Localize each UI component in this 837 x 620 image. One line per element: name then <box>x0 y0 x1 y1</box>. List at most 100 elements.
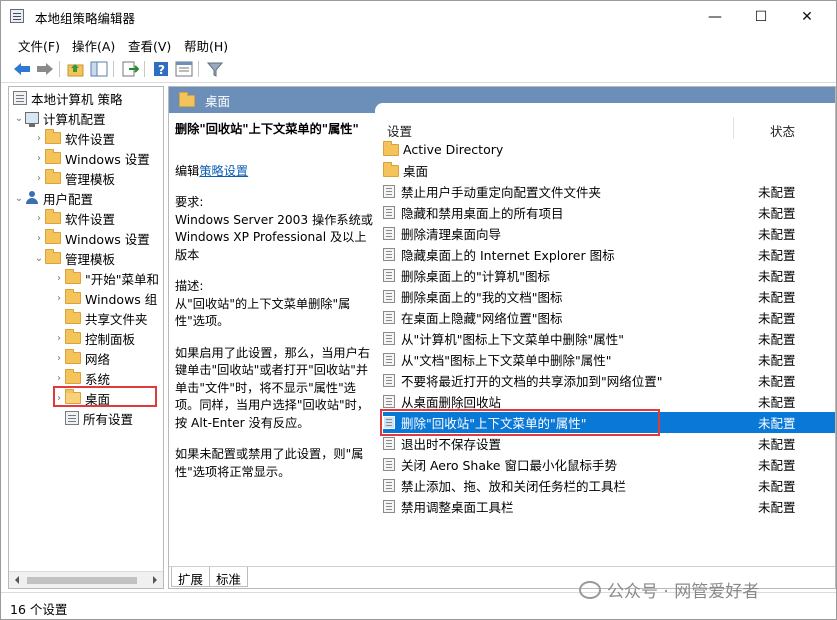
tree-item-cc-admin[interactable]: › 管理模板 <box>33 168 115 188</box>
chevron-right-icon[interactable]: › <box>53 333 65 344</box>
table-row[interactable]: 在桌面上隐藏"网络位置"图标 未配置 <box>383 307 835 328</box>
chevron-right-icon[interactable]: › <box>33 233 45 244</box>
filter-icon[interactable] <box>205 59 225 79</box>
row-state: 未配置 <box>758 374 796 389</box>
table-row[interactable]: 隐藏桌面上的 Internet Explorer 图标 未配置 <box>383 244 835 265</box>
chevron-down-icon[interactable]: ⌄ <box>33 253 45 264</box>
properties-icon[interactable] <box>174 59 194 79</box>
content-pane: 桌面 删除"回收站"上下文菜单的"属性" 编辑策略设置 要求: Windows S… <box>168 86 836 589</box>
table-row[interactable]: 退出时不保存设置 未配置 <box>383 433 835 454</box>
tree-label: 系统 <box>85 371 111 387</box>
folder-icon <box>45 229 61 244</box>
chevron-down-icon[interactable]: ⌄ <box>13 113 25 124</box>
tree-item-cc-windows[interactable]: › Windows 设置 <box>33 148 150 168</box>
folder-icon <box>45 149 61 164</box>
chevron-right-icon[interactable]: › <box>33 133 45 144</box>
menu-file[interactable]: 文件(F) <box>18 36 60 55</box>
back-icon[interactable] <box>12 59 32 79</box>
setting-icon <box>383 479 395 492</box>
minimize-button[interactable]: — <box>692 1 738 32</box>
row-state: 未配置 <box>758 437 796 452</box>
table-row[interactable]: 禁用调整桌面工具栏 未配置 <box>383 496 835 517</box>
table-row[interactable]: 不要将最近打开的文档的共享添加到"网络位置" 未配置 <box>383 370 835 391</box>
tab-extended[interactable]: 扩展 <box>171 567 211 587</box>
table-row[interactable]: 删除清理桌面向导 未配置 <box>383 223 835 244</box>
show-hide-tree-icon[interactable] <box>89 59 109 79</box>
row-name: 禁止添加、拖、放和关闭任务栏的工具栏 <box>401 479 627 494</box>
tree-item-uc-windows[interactable]: › Windows 设置 <box>33 228 150 248</box>
highlight-box-tree <box>53 386 157 407</box>
menu-view[interactable]: 查看(V) <box>128 36 171 55</box>
chevron-right-icon[interactable]: › <box>53 293 65 304</box>
tree-item-root[interactable]: 本地计算机 策略 <box>13 88 122 108</box>
edit-line: 编辑策略设置 <box>175 163 377 181</box>
policy-tree[interactable]: 本地计算机 策略 ⌄ 计算机配置 › 软件设置 › Windows 设置 › 管… <box>8 86 164 589</box>
chevron-right-icon[interactable]: › <box>53 353 65 364</box>
table-row[interactable]: 删除桌面上的"计算机"图标 未配置 <box>383 265 835 286</box>
gpedit-app-icon <box>10 9 24 23</box>
list-folder-row[interactable]: 桌面 <box>383 160 835 181</box>
chevron-right-icon[interactable]: › <box>53 373 65 384</box>
folder-icon <box>65 269 81 284</box>
folder-icon <box>45 129 61 144</box>
table-row[interactable]: 删除桌面上的"我的文档"图标 未配置 <box>383 286 835 307</box>
tree-item-system[interactable]: › 系统 <box>53 368 110 388</box>
help-icon[interactable]: ? <box>151 59 171 79</box>
tab-standard[interactable]: 标准 <box>209 567 249 587</box>
table-row[interactable]: 禁止添加、拖、放和关闭任务栏的工具栏 未配置 <box>383 475 835 496</box>
menu-bar: 文件(F) 操作(A) 查看(V) 帮助(H) <box>1 32 836 54</box>
tree-item-cc-software[interactable]: › 软件设置 <box>33 128 115 148</box>
export-list-icon[interactable] <box>120 59 140 79</box>
maximize-button[interactable]: ☐ <box>738 1 784 32</box>
tree-item-shared-folders[interactable]: 共享文件夹 <box>53 308 148 328</box>
tree-item-all-settings[interactable]: 所有设置 <box>65 408 133 428</box>
row-state: 未配置 <box>758 227 796 242</box>
tree-horizontal-scrollbar[interactable] <box>9 571 163 588</box>
up-folder-icon[interactable] <box>66 59 86 79</box>
row-state: 未配置 <box>758 290 796 305</box>
forward-icon[interactable] <box>35 59 55 79</box>
row-name: 在桌面上隐藏"网络位置"图标 <box>401 311 563 326</box>
gpedit-window: 本地组策略编辑器 — ☐ ✕ 文件(F) 操作(A) 查看(V) 帮助(H) ? <box>0 0 837 620</box>
setting-icon <box>383 332 395 345</box>
toolbar-separator <box>113 61 114 77</box>
table-row[interactable]: 从"计算机"图标上下文菜单中删除"属性" 未配置 <box>383 328 835 349</box>
table-row[interactable]: 关闭 Aero Shake 窗口最小化鼠标手势 未配置 <box>383 454 835 475</box>
column-divider[interactable] <box>733 117 734 139</box>
requirements: 要求: Windows Server 2003 操作系统或 Windows XP … <box>175 194 377 264</box>
tree-item-network[interactable]: › 网络 <box>53 348 110 368</box>
tree-item-control-panel[interactable]: › 控制面板 <box>53 328 135 348</box>
disabled-text: 如果未配置或禁用了此设置，则"属性"选项将正常显示。 <box>175 447 364 479</box>
column-header-state[interactable]: 状态 <box>770 121 795 140</box>
watermark-text: 公众号 · 网管爱好者 <box>607 582 760 602</box>
table-row[interactable]: 从"文档"图标上下文菜单中删除"属性" 未配置 <box>383 349 835 370</box>
tree-item-uc-software[interactable]: › 软件设置 <box>33 208 115 228</box>
tree-item-windows-components[interactable]: › Windows 组 <box>53 288 157 308</box>
menu-action[interactable]: 操作(A) <box>72 36 115 55</box>
chevron-right-icon[interactable]: › <box>33 213 45 224</box>
tree-item-user-config[interactable]: ⌄ 用户配置 <box>13 188 93 208</box>
chevron-right-icon[interactable]: › <box>33 173 45 184</box>
tree-item-computer-config[interactable]: ⌄ 计算机配置 <box>13 108 106 128</box>
chevron-right-icon[interactable]: › <box>33 153 45 164</box>
tree-label: "开始"菜单和 <box>85 271 159 287</box>
tree-item-uc-admin[interactable]: ⌄ 管理模板 <box>33 248 115 268</box>
tree-item-start-menu[interactable]: › "开始"菜单和 <box>53 268 159 288</box>
list-folder-row[interactable]: Active Directory <box>383 139 835 160</box>
table-row[interactable]: 隐藏和禁用桌面上的所有项目 未配置 <box>383 202 835 223</box>
edit-policy-link[interactable]: 策略设置 <box>199 164 248 178</box>
table-row[interactable]: 禁止用户手动重定向配置文件文件夹 未配置 <box>383 181 835 202</box>
requirements-label: 要求: <box>175 195 204 209</box>
setting-icon <box>383 248 395 261</box>
chevron-down-icon[interactable]: ⌄ <box>13 193 25 204</box>
tree-label: 管理模板 <box>65 171 116 187</box>
wechat-icon <box>579 580 601 599</box>
close-button[interactable]: ✕ <box>784 1 830 32</box>
description: 描述: 从"回收站"的上下文菜单删除"属性"选项。 <box>175 278 377 331</box>
row-state: 未配置 <box>758 500 796 515</box>
column-header-setting[interactable]: 设置 <box>387 121 412 140</box>
settings-list[interactable]: 设置 状态 Active Directory 桌面 禁止用户手动重定向配置文件文… <box>375 103 835 573</box>
menu-help[interactable]: 帮助(H) <box>184 36 228 55</box>
folder-icon <box>383 140 399 156</box>
chevron-right-icon[interactable]: › <box>53 273 65 284</box>
